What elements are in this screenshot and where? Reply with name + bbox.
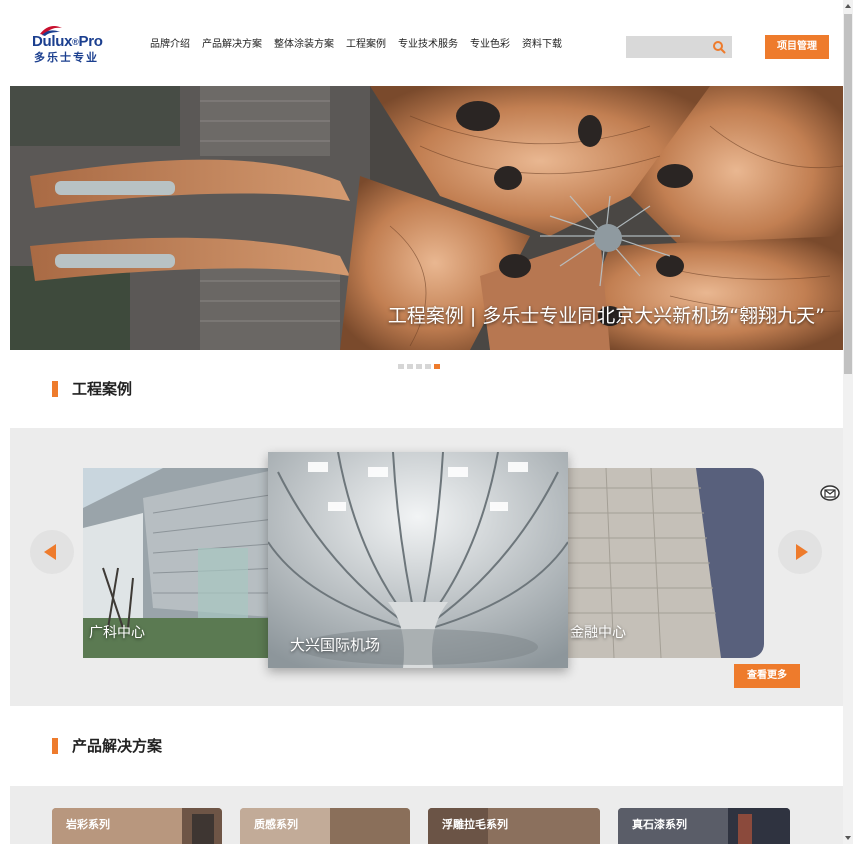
scroll-thumb[interactable]: [844, 14, 852, 374]
case-card-center-label: 大兴国际机场: [290, 636, 381, 654]
dulux-pro-logo[interactable]: Dulux®Pro 多乐士专业: [30, 24, 114, 66]
search-icon[interactable]: [712, 40, 726, 54]
product-card-1-label: 岩彩系列: [66, 818, 110, 831]
chevron-left-icon: [44, 544, 56, 560]
product-card-2[interactable]: 质感系列: [240, 808, 410, 844]
product-card-3[interactable]: 浮雕拉毛系列: [428, 808, 600, 844]
slide-dot-1[interactable]: [398, 364, 404, 369]
chevron-right-icon: [796, 544, 808, 560]
products-section-title: 产品解决方案: [52, 737, 162, 755]
nav-item-coating-solutions[interactable]: 整体涂装方案: [274, 38, 334, 52]
page: Dulux®Pro 多乐士专业 品牌介绍 产品解决方案 整体涂装方案 工程案例 …: [0, 0, 853, 844]
search-box: [626, 36, 732, 58]
nav-item-downloads[interactable]: 资料下载: [522, 38, 562, 52]
product-card-2-label: 质感系列: [254, 818, 298, 831]
page-scrollbar[interactable]: [843, 0, 853, 844]
nav-item-colors[interactable]: 专业色彩: [470, 38, 510, 52]
case-card-left-label: 广科中心: [89, 625, 145, 641]
nav-item-tech-services[interactable]: 专业技术服务: [398, 38, 458, 52]
nav-item-product-solutions[interactable]: 产品解决方案: [202, 38, 262, 52]
case-card-right-label: 金融中心: [570, 625, 626, 641]
hero-slide-dots: [398, 364, 440, 369]
slide-dot-2[interactable]: [407, 364, 413, 369]
cases-title-text: 工程案例: [72, 380, 133, 398]
scroll-up-icon[interactable]: [845, 3, 851, 9]
slide-dot-5[interactable]: [434, 364, 440, 369]
product-card-4-label: 真石漆系列: [632, 818, 687, 831]
products-title-text: 产品解决方案: [72, 737, 163, 755]
case-card-right[interactable]: 金融中心: [566, 468, 764, 658]
product-card-4[interactable]: 真石漆系列: [618, 808, 790, 844]
hero-banner[interactable]: 工程案例 | 多乐士专业同北京大兴新机场“翱翔九天”: [10, 86, 843, 350]
slide-dot-3[interactable]: [416, 364, 422, 369]
nav-item-project-cases[interactable]: 工程案例: [346, 38, 386, 52]
site-header: Dulux®Pro 多乐士专业 品牌介绍 产品解决方案 整体涂装方案 工程案例 …: [0, 0, 843, 86]
product-card-3-label: 浮雕拉毛系列: [442, 818, 508, 831]
product-card-1[interactable]: 岩彩系列: [52, 808, 222, 844]
scroll-down-icon[interactable]: [845, 835, 851, 841]
cases-section-title: 工程案例: [52, 380, 132, 398]
mail-icon[interactable]: [820, 485, 840, 501]
carousel-next-button[interactable]: [778, 530, 822, 574]
nav-item-brand[interactable]: 品牌介绍: [150, 38, 190, 52]
section-accent-bar: [52, 381, 58, 397]
carousel-prev-button[interactable]: [30, 530, 74, 574]
section-accent-bar: [52, 738, 58, 754]
logo-sub-text: 多乐士专业: [34, 51, 99, 64]
slide-dot-4[interactable]: [425, 364, 431, 369]
view-more-button[interactable]: 查看更多: [734, 664, 800, 688]
logo-main-text: Dulux: [32, 33, 73, 50]
main-nav: 品牌介绍 产品解决方案 整体涂装方案 工程案例 专业技术服务 专业色彩 资料下载: [150, 38, 574, 52]
case-card-center[interactable]: 大兴国际机场: [268, 452, 568, 668]
logo-pro-text: Pro: [78, 33, 103, 50]
case-card-left[interactable]: 广科中心: [83, 468, 283, 658]
hero-caption: 工程案例 | 多乐士专业同北京大兴新机场“翱翔九天”: [387, 305, 825, 327]
project-management-button[interactable]: 项目管理: [765, 35, 829, 59]
search-input[interactable]: [626, 36, 710, 58]
